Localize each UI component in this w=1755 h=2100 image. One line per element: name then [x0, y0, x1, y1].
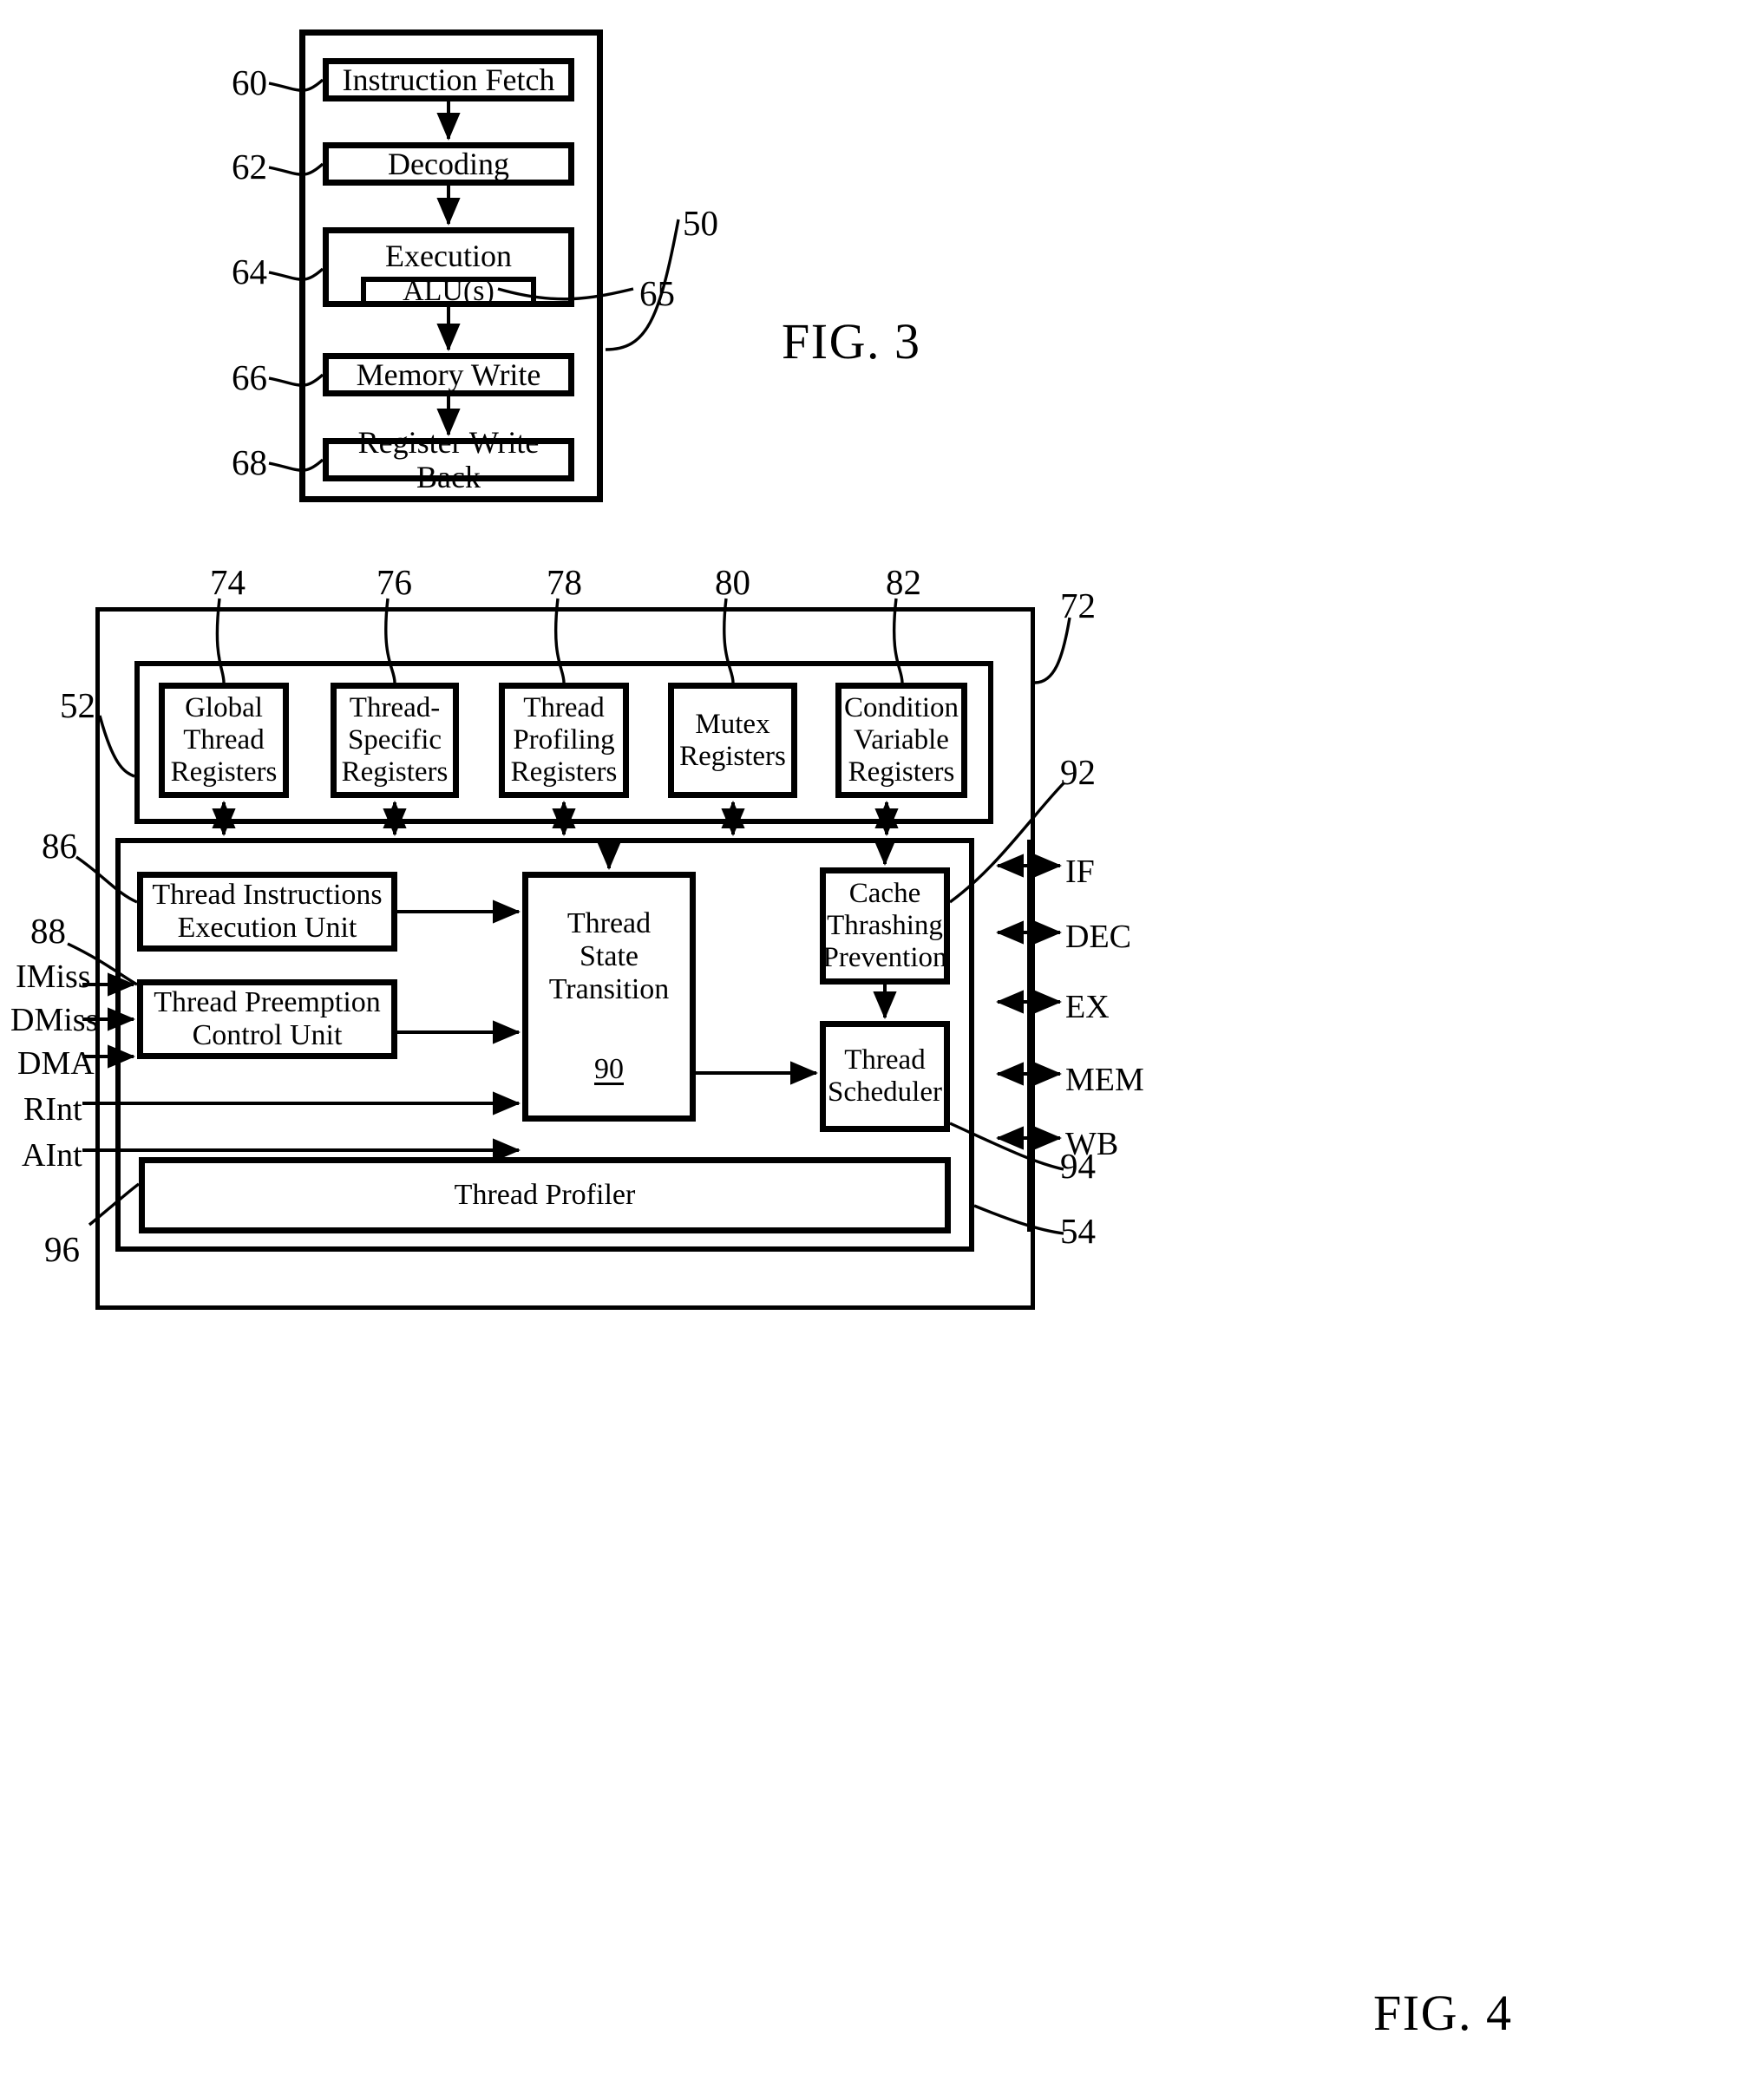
fig4-thread-state-transition: Thread State Transition 90: [522, 872, 696, 1122]
fig3-stage-decoding: Decoding: [323, 142, 574, 186]
reg-line: Thread-: [349, 692, 441, 724]
fig3-stage-label: Instruction Fetch: [342, 62, 555, 97]
fig4-ref-96: 96: [44, 1229, 80, 1269]
fig4-thread-profiler: Thread Profiler: [139, 1157, 951, 1233]
unit-line: Transition: [548, 973, 670, 1005]
fig3-ref-50: 50: [683, 203, 718, 243]
reg-line: Global: [185, 692, 263, 724]
reg-line: Thread: [183, 724, 265, 756]
reg-line: Registers: [341, 756, 449, 788]
fig3-title: FIG. 3: [782, 313, 921, 370]
reg-line: Specific: [347, 724, 442, 756]
reg-line: Registers: [848, 756, 955, 788]
fig4-title: FIG. 4: [1373, 1985, 1513, 2041]
fig3-ref-66: 66: [232, 357, 267, 397]
reg-line: Registers: [510, 756, 618, 788]
fig4-register-box-thread-specific: Thread- Specific Registers: [331, 683, 459, 798]
fig4-ref-88: 88: [30, 911, 66, 951]
unit-line: Scheduler: [828, 1076, 942, 1108]
reg-line: Registers: [679, 740, 786, 772]
fig3-ref-65: 65: [639, 273, 675, 313]
reg-line: Registers: [170, 756, 278, 788]
fig4-ref-90-inline: 90: [594, 1053, 624, 1086]
fig3-stage-label: Execution: [385, 239, 512, 273]
fig4-ref-74: 74: [210, 562, 246, 602]
fig3-stage-instruction-fetch: Instruction Fetch: [323, 58, 574, 101]
fig4-register-box-mutex: Mutex Registers: [668, 683, 797, 798]
fig3-ref-62: 62: [232, 147, 267, 186]
unit-line: Cache: [848, 878, 921, 910]
fig4-signal-if: IF: [1065, 854, 1095, 890]
fig4-ref-52: 52: [60, 685, 95, 725]
fig3-stage-label: Memory Write: [356, 357, 541, 392]
reg-line: Condition: [843, 692, 959, 724]
unit-line: Thread Preemption: [154, 985, 381, 1018]
reg-line: Variable: [854, 724, 949, 756]
fig4-signal-aint: AInt: [22, 1137, 82, 1174]
fig4-signal-ex: EX: [1065, 989, 1110, 1025]
fig3-ref-64: 64: [232, 252, 267, 291]
fig4-register-box-condition-variable: Condition Variable Registers: [835, 683, 967, 798]
fig3-stage-label: Decoding: [388, 146, 509, 181]
unit-line: Thrashing: [827, 910, 943, 942]
fig4-ref-54: 54: [1060, 1211, 1096, 1251]
fig4-signal-dec: DEC: [1065, 919, 1131, 955]
fig4-signal-dmiss: DMiss: [10, 1002, 99, 1038]
fig3-stage-register-write-back: Register Write Back: [323, 425, 574, 494]
fig4-signal-mem: MEM: [1065, 1062, 1144, 1098]
reg-line: Profiling: [513, 724, 615, 756]
fig4-thread-instructions-execution-unit: Thread Instructions Execution Unit: [137, 872, 397, 952]
reg-line: Mutex: [695, 708, 770, 740]
fig4-signal-imiss: IMiss: [16, 958, 91, 995]
fig4-ref-72: 72: [1060, 586, 1096, 625]
fig3-ref-68: 68: [232, 442, 267, 482]
unit-line: Thread Instructions: [152, 878, 383, 911]
unit-line: Control Unit: [192, 1019, 343, 1051]
fig3-ref-60: 60: [232, 62, 267, 102]
fig4-thread-preemption-control-unit: Thread Preemption Control Unit: [137, 979, 397, 1059]
unit-line: Thread Profiler: [454, 1178, 636, 1211]
fig4-ref-82: 82: [886, 562, 921, 602]
fig4-register-box-thread-profiling: Thread Profiling Registers: [499, 683, 629, 798]
unit-line: Prevention: [822, 941, 947, 973]
reg-line: Thread: [523, 692, 605, 724]
fig4-ref-76: 76: [377, 562, 412, 602]
fig3-stage-memory-write: Memory Write: [323, 353, 574, 396]
fig4-ref-80: 80: [715, 562, 750, 602]
fig3-alu-box: ALU(s): [361, 275, 536, 308]
fig4-signal-rint: RInt: [23, 1091, 82, 1128]
fig4-ref-86: 86: [42, 826, 77, 866]
fig4-signal-wb: WB: [1065, 1126, 1119, 1162]
fig4-register-box-global-thread: Global Thread Registers: [159, 683, 289, 798]
fig4-signal-dma: DMA: [17, 1045, 95, 1082]
fig3-stage-execution: Execution ALU(s): [323, 227, 574, 307]
unit-line: State: [580, 939, 638, 972]
fig4-cache-thrashing-prevention: Cache Thrashing Prevention: [820, 867, 950, 985]
fig3-alu-label: ALU(s): [403, 275, 494, 308]
fig4-ref-92: 92: [1060, 752, 1096, 792]
fig4-ref-78: 78: [547, 562, 582, 602]
fig4-thread-scheduler: Thread Scheduler: [820, 1021, 950, 1132]
fig3-stage-label: Register Write Back: [357, 424, 540, 494]
unit-line: Thread: [844, 1044, 926, 1076]
unit-line: Thread: [566, 906, 652, 939]
unit-line: Execution Unit: [177, 912, 357, 944]
